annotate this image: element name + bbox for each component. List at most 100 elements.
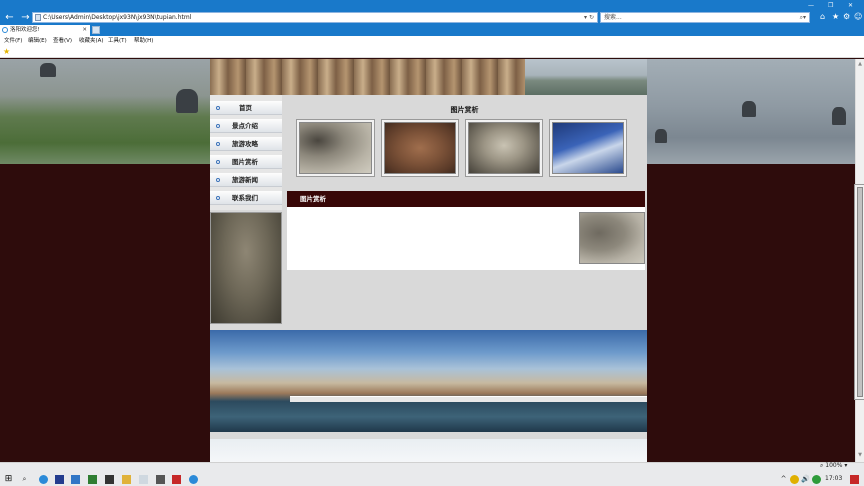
browser-tab[interactable]: 洛阳欢迎您! ✕	[0, 25, 90, 36]
notification-icon[interactable]	[850, 475, 859, 484]
favorites-star-icon[interactable]: ★	[832, 12, 839, 21]
menu-file[interactable]: 文件(F)	[4, 36, 22, 46]
search-icon[interactable]: ⌕▾	[800, 13, 806, 22]
gear-icon[interactable]: ⚙	[843, 12, 850, 21]
tray-app-icon[interactable]	[812, 475, 821, 484]
banner-grotto-image	[210, 59, 525, 95]
bullet-icon	[216, 160, 220, 164]
page-viewport: 首页 景点介绍 旅游攻略 图片赏析 旅游新闻 联系我们 图片赏析 图片赏析	[0, 59, 855, 462]
bullet-icon	[216, 124, 220, 128]
tray-app-icon[interactable]	[790, 475, 799, 484]
page-footer	[210, 439, 647, 462]
tab-row: 洛阳欢迎您! ✕	[0, 24, 864, 36]
forward-icon[interactable]: →	[19, 11, 32, 24]
menu-favorites[interactable]: 收藏夹(A)	[79, 36, 104, 46]
tray-chevron-icon[interactable]: ^	[778, 475, 789, 484]
app-icon[interactable]	[55, 475, 64, 484]
featured-image[interactable]	[579, 212, 645, 264]
grotto-shape	[655, 129, 667, 143]
new-tab-button[interactable]	[92, 26, 100, 34]
page-container: 首页 景点介绍 旅游攻略 图片赏析 旅游新闻 联系我们 图片赏析 图片赏析	[210, 59, 647, 462]
menu-tools[interactable]: 工具(T)	[108, 36, 127, 46]
chrome-app-icon[interactable]	[39, 475, 48, 484]
favorites-bar: ★	[0, 46, 864, 58]
menu-bar: 文件(F) 编辑(E) 查看(V) 收藏夹(A) 工具(T) 帮助(H)	[0, 36, 864, 46]
bridge-shape	[290, 396, 647, 402]
smiley-icon[interactable]: ☺	[854, 12, 862, 21]
nav-item-guide[interactable]: 旅游攻略	[210, 137, 282, 151]
grotto-shape	[176, 89, 198, 113]
folder-icon[interactable]	[122, 475, 131, 484]
gallery-thumbnail[interactable]	[299, 122, 372, 174]
vertical-scrollbar[interactable]: ▲ ▼	[855, 59, 864, 462]
scroll-down-icon[interactable]: ▼	[856, 452, 864, 458]
address-bar[interactable]: C:\Users\Admin\Desktop\jx93N\jx93N\tupia…	[32, 12, 598, 23]
grotto-shape	[832, 107, 846, 125]
bullet-icon	[216, 178, 220, 182]
header-banner	[210, 59, 647, 95]
taskbar-clock[interactable]: 17:03	[825, 475, 842, 482]
background-photo-right	[647, 59, 855, 164]
background-photo-left	[0, 59, 210, 164]
gallery-title: 图片赏析	[450, 105, 479, 114]
section-header-bar: 图片赏析	[287, 191, 645, 207]
nav-item-contact[interactable]: 联系我们	[210, 191, 282, 205]
search-icon[interactable]: ⌕	[19, 475, 30, 484]
app-icon[interactable]	[139, 475, 148, 484]
volume-icon[interactable]: 🔊	[800, 475, 811, 484]
app-icon[interactable]	[88, 475, 97, 484]
browser-titlebar: — ❐ ✕ ← → C:\Users\Admin\Desktop\jx93N\j…	[0, 0, 864, 24]
search-placeholder: 搜索...	[604, 14, 622, 21]
banner-river-image	[525, 59, 647, 95]
scrollbar-thumb[interactable]	[857, 187, 863, 397]
nav-label: 旅游攻略	[232, 140, 258, 148]
menu-help[interactable]: 帮助(H)	[134, 36, 153, 46]
windows-start-icon[interactable]: ⊞	[3, 475, 14, 484]
app-icon[interactable]	[172, 475, 181, 484]
address-text: C:\Users\Admin\Desktop\jx93N\jx93N\tupia…	[43, 14, 192, 21]
gallery-thumbnail[interactable]	[552, 122, 624, 174]
ie-taskbar-icon[interactable]	[189, 475, 198, 484]
back-icon[interactable]: ←	[3, 11, 16, 24]
grotto-shape	[742, 101, 756, 117]
menu-edit[interactable]: 编辑(E)	[28, 36, 47, 46]
close-tab-icon[interactable]: ✕	[82, 25, 87, 36]
nav-item-home[interactable]: 首页	[210, 101, 282, 115]
refresh-icon[interactable]: ▾ ↻	[584, 13, 594, 22]
section-content	[287, 207, 645, 270]
menu-view[interactable]: 查看(V)	[53, 36, 72, 46]
home-icon[interactable]: ⌂	[820, 12, 825, 21]
tab-title: 洛阳欢迎您!	[10, 27, 40, 33]
bullet-icon	[216, 142, 220, 146]
city-panorama-image	[210, 330, 647, 432]
zoom-value: 100%	[825, 462, 843, 469]
app-icon[interactable]	[156, 475, 165, 484]
gallery-section: 图片赏析 图片赏析	[282, 95, 647, 271]
nav-item-attractions[interactable]: 景点介绍	[210, 119, 282, 133]
nav-label: 旅游新闻	[232, 176, 258, 184]
nav-label: 景点介绍	[232, 122, 258, 130]
nav-label: 联系我们	[232, 194, 258, 202]
nav-label: 首页	[239, 104, 252, 112]
zoom-level[interactable]: ⌕ 100% ▾	[820, 462, 847, 470]
nav-label: 图片赏析	[232, 158, 258, 166]
search-input[interactable]: 搜索... ⌕▾	[600, 12, 810, 23]
app-icon[interactable]	[71, 475, 80, 484]
minimize-icon[interactable]: —	[808, 2, 814, 9]
add-favorite-icon[interactable]: ★	[3, 47, 10, 56]
ie-icon	[2, 27, 8, 33]
page-icon	[35, 14, 41, 21]
grotto-shape	[40, 63, 56, 77]
nav-item-news[interactable]: 旅游新闻	[210, 173, 282, 187]
side-nav: 首页 景点介绍 旅游攻略 图片赏析 旅游新闻 联系我们	[210, 95, 282, 210]
bullet-icon	[216, 106, 220, 110]
nav-item-gallery[interactable]: 图片赏析	[210, 155, 282, 169]
close-window-icon[interactable]: ✕	[848, 2, 853, 9]
gallery-thumbnail[interactable]	[468, 122, 540, 174]
bullet-icon	[216, 196, 220, 200]
buddha-statue-image	[210, 212, 282, 324]
gallery-thumbnail[interactable]	[384, 122, 456, 174]
scroll-up-icon[interactable]: ▲	[856, 61, 864, 67]
maximize-icon[interactable]: ❐	[828, 2, 833, 9]
app-icon[interactable]	[105, 475, 114, 484]
